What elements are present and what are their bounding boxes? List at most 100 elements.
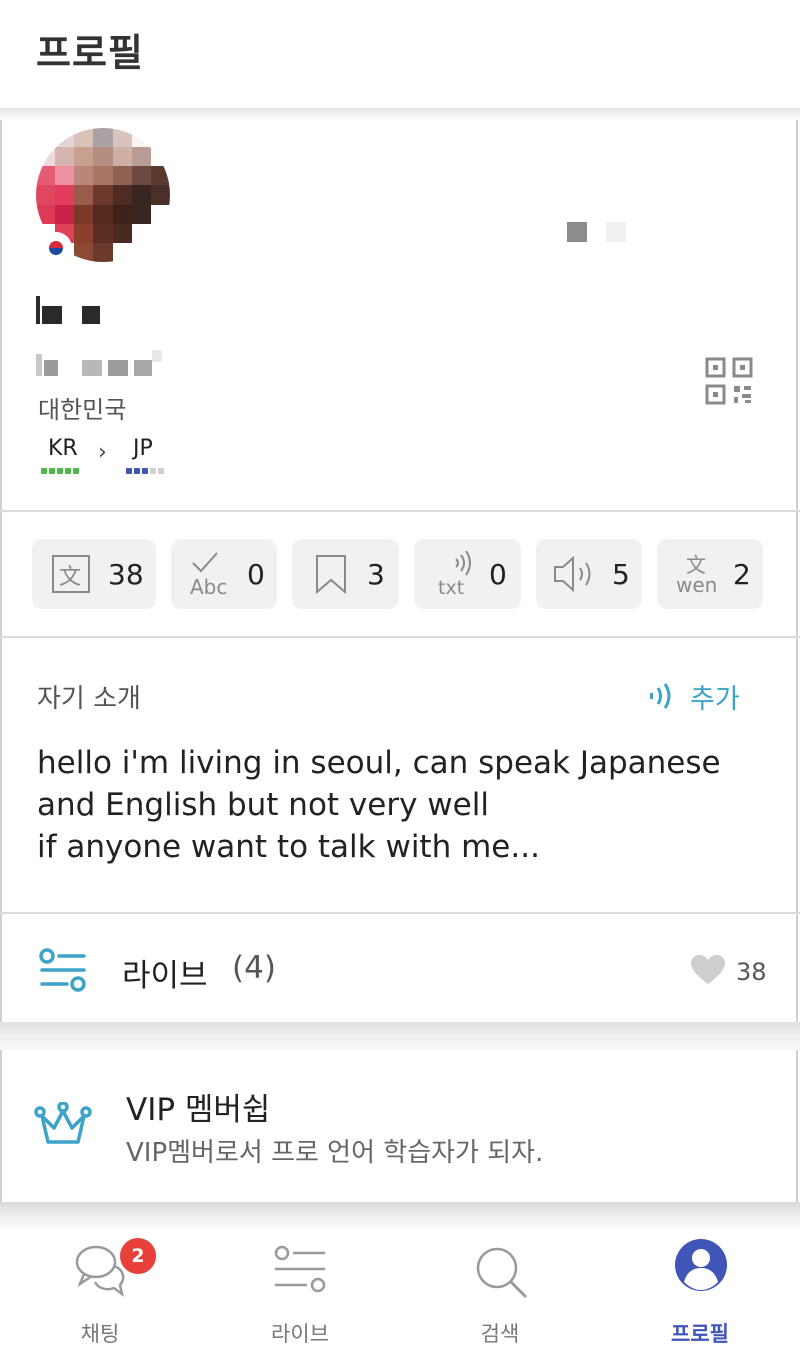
- speech-to-text-icon: txt: [434, 549, 474, 601]
- stat-speech-to-text[interactable]: txt 0: [414, 539, 521, 609]
- avatar-pixel: [131, 204, 151, 224]
- avatar-pixel: [74, 204, 94, 224]
- hidden-username-mosaic: [606, 222, 626, 242]
- speaker-icon: [552, 554, 600, 594]
- live-list-icon: [39, 948, 86, 992]
- divider: [0, 912, 800, 914]
- avatar-pixel: [93, 204, 113, 224]
- stat-value: 3: [367, 558, 385, 591]
- avatar-pixel: [55, 204, 75, 224]
- bookmark-icon: [314, 553, 348, 595]
- level-dot: [158, 468, 164, 474]
- nav-item-chat[interactable]: 2 채팅: [0, 1228, 200, 1353]
- stat-value: 38: [108, 558, 144, 591]
- live-icon: [274, 1245, 326, 1293]
- app-header: 프로필: [0, 0, 800, 108]
- intro-line: hello i'm living in seoul, can speak Jap…: [37, 745, 721, 781]
- vip-membership-row[interactable]: VIP 멤버쉽 VIP멤버로서 프로 언어 학습자가 되자.: [0, 1050, 800, 1202]
- stat-value: 0: [489, 558, 507, 591]
- avatar-pixel: [131, 147, 151, 167]
- intro-line: and English but not very well: [37, 787, 489, 823]
- stat-bookmarks[interactable]: 3: [292, 539, 399, 609]
- user-id-redacted: [36, 348, 166, 382]
- korea-flag-icon: [42, 234, 70, 262]
- intro-line: if anyone want to talk with me...: [37, 829, 540, 865]
- level-dot: [126, 468, 132, 474]
- intro-label: 자기 소개: [37, 684, 141, 714]
- level-dot: [41, 468, 47, 474]
- nav-label: 채팅: [80, 1322, 120, 1346]
- avatar-pixel: [112, 185, 132, 205]
- level-dot: [150, 468, 156, 474]
- native-language: KR: [48, 436, 78, 461]
- avatar-pixel: [74, 223, 94, 243]
- page-title: 프로필: [36, 31, 144, 75]
- avatar-pixel: [112, 204, 132, 224]
- avatar-pixel: [131, 185, 151, 205]
- nav-label: 프로필: [671, 1322, 729, 1346]
- avatar-pixel: [74, 147, 94, 167]
- avatar-pixel: [74, 166, 94, 186]
- avatar-pixel: [93, 185, 113, 205]
- avatar-pixel: [131, 166, 151, 186]
- like-count: 38: [736, 958, 767, 986]
- level-dot: [57, 468, 63, 474]
- display-name-redacted: [36, 294, 106, 326]
- avatar-pixel: [93, 128, 113, 148]
- section-gap: [0, 1022, 800, 1050]
- avatar-pixel: [55, 185, 75, 205]
- add-label: 추가: [690, 683, 740, 715]
- nav-item-profile[interactable]: 프로필: [600, 1228, 800, 1353]
- avatar-pixel: [55, 166, 75, 186]
- avatar-pixel: [93, 223, 113, 243]
- avatar-pixel: [112, 223, 132, 243]
- learning-language: JP: [133, 436, 153, 461]
- hidden-username-mosaic: [567, 222, 587, 242]
- heart-icon: [691, 955, 725, 984]
- avatar-pixel: [150, 185, 170, 205]
- divider: [0, 510, 800, 512]
- avatar-pixel: [112, 166, 132, 186]
- stat-value: 5: [612, 558, 630, 591]
- avatar-pixel: [36, 185, 56, 205]
- stat-translations[interactable]: 文 38: [32, 539, 156, 609]
- nav-label: 검색: [480, 1322, 520, 1346]
- vip-subtitle: VIP멤버로서 프로 언어 학습자가 되자.: [126, 1138, 544, 1168]
- avatar-pixel: [112, 147, 132, 167]
- language-arrow: ›: [98, 440, 107, 465]
- country-label: 대한민국: [38, 396, 127, 424]
- nav-shadow: [0, 1202, 800, 1228]
- search-icon: [476, 1247, 527, 1298]
- live-row[interactable]: 라이브 (4) 38: [0, 918, 800, 1022]
- vip-title: VIP 멤버쉽: [126, 1092, 271, 1128]
- stat-listening[interactable]: 5: [536, 539, 642, 609]
- level-dot: [73, 468, 79, 474]
- divider: [0, 636, 800, 638]
- stat-value: 2: [733, 558, 751, 591]
- stat-value: 0: [247, 558, 265, 591]
- correction-icon: Abc: [187, 549, 233, 601]
- level-dot: [134, 468, 140, 474]
- live-label: 라이브: [122, 958, 208, 994]
- avatar-pixel: [93, 166, 113, 186]
- avatar-pixel: [74, 185, 94, 205]
- stat-corrections[interactable]: Abc 0: [171, 539, 277, 609]
- nav-item-live[interactable]: 라이브: [200, 1228, 400, 1353]
- add-intro-button[interactable]: 추가: [646, 676, 740, 716]
- voice-wave-icon: [650, 683, 671, 709]
- qr-code-button[interactable]: [704, 356, 754, 406]
- avatar-pixel: [131, 223, 151, 243]
- level-dot: [142, 468, 148, 474]
- avatar-pixel: [55, 147, 75, 167]
- avatar-pixel: [93, 147, 113, 167]
- pronunciation-icon: 文 wen: [676, 553, 718, 597]
- nav-item-search[interactable]: 검색: [400, 1228, 600, 1353]
- level-dot: [49, 468, 55, 474]
- level-dot: [65, 468, 71, 474]
- stat-pronunciation[interactable]: 文 wen 2: [657, 539, 763, 609]
- live-count: (4): [232, 950, 276, 986]
- translate-icon: 文: [50, 554, 92, 594]
- nav-label: 라이브: [271, 1322, 329, 1346]
- chat-unread-badge: 2: [118, 1236, 158, 1276]
- header-shadow: [0, 108, 800, 120]
